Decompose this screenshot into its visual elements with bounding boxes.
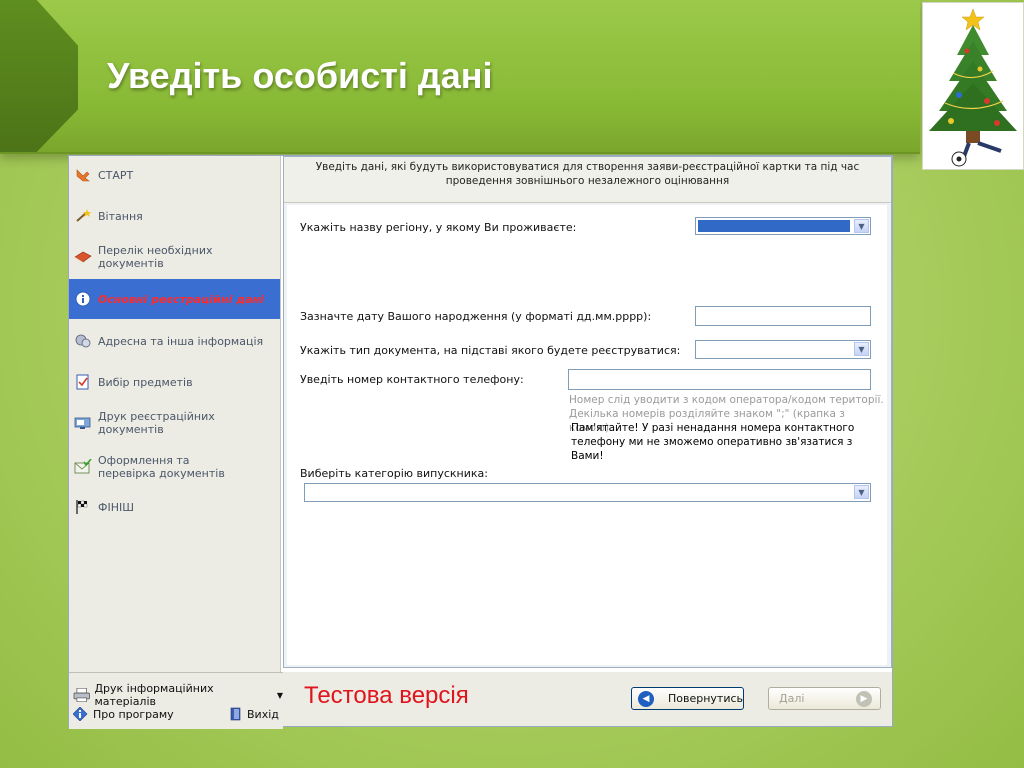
birthdate-input[interactable] <box>695 306 871 326</box>
sidebar-item-label: Перелік необхідних документів <box>98 244 213 270</box>
phone-label: Уведіть номер контактного телефону: <box>300 373 524 386</box>
info-icon <box>75 291 91 307</box>
back-button-label: Повернутись <box>667 692 743 705</box>
phone-warning-line-2: телефону ми не зможемо оперативно зв'яза… <box>571 436 853 462</box>
sidebar-item-label: Основні реєстраційні дані <box>98 292 264 306</box>
book-icon <box>74 251 92 264</box>
header-hexagon-decoration <box>0 0 78 152</box>
birthdate-label: Зазначте дату Вашого народження (у форма… <box>300 310 652 323</box>
sidebar-item-required-documents[interactable]: Перелік необхідних документів <box>69 238 280 276</box>
personal-data-form: Укажіть назву регіону, у якому Ви прожив… <box>287 205 887 665</box>
sidebar-item-label: Вітання <box>98 209 143 223</box>
sidebar-item-greeting[interactable]: Вітання <box>69 197 280 235</box>
next-button-label: Далі <box>779 692 805 705</box>
christmas-tree-icon <box>929 8 1017 167</box>
arrow-left-icon: ◀ <box>638 690 654 707</box>
next-button[interactable]: Далі ▶ <box>768 687 881 710</box>
region-select-highlight <box>698 220 850 232</box>
exit-button[interactable]: Вихід <box>229 707 279 721</box>
wizard-footer: Тестова версія ◀ Повернутись Далі ▶ <box>283 672 892 726</box>
door-exit-icon <box>230 707 241 721</box>
slide-title: Уведіть особисті дані <box>107 55 493 96</box>
envelope-check-icon <box>74 459 92 474</box>
document-type-select[interactable]: ▼ <box>695 340 871 359</box>
sidebar-bottom-panel: Друк інформаційних матеріалів ▼ Про прог… <box>69 672 283 729</box>
checklist-icon <box>76 374 89 390</box>
phone-hint-line-1: Номер слід уводити з кодом оператора/код… <box>569 394 884 406</box>
sidebar-item-label: Оформлення та перевірка документів <box>98 454 225 480</box>
hand-pointer-icon <box>76 169 90 182</box>
exit-label: Вихід <box>247 707 279 721</box>
chevron-down-icon: ▼ <box>854 485 869 499</box>
sidebar-item-start[interactable]: СТАРТ <box>69 156 280 194</box>
sidebar-item-subject-choice[interactable]: Вибір предметів <box>69 363 280 401</box>
arrow-right-icon: ▶ <box>856 690 872 707</box>
test-version-label: Тестова версія <box>304 682 469 709</box>
region-label: Укажіть назву регіону, у якому Ви прожив… <box>300 221 577 234</box>
sidebar-item-print-registration-documents[interactable]: Друк реєстраційних документів <box>69 404 280 442</box>
sidebar-item-label: СТАРТ <box>98 168 134 182</box>
monitor-icon <box>74 417 91 429</box>
main-content-panel: Уведіть дані, які будуть використовувати… <box>283 156 892 668</box>
sidebar-item-address-info[interactable]: Адресна та інша інформація <box>69 322 280 360</box>
phone-input[interactable] <box>568 369 871 390</box>
checkered-flag-icon <box>76 500 88 514</box>
magic-wand-icon <box>76 209 91 222</box>
printer-icon <box>73 688 90 702</box>
sidebar-item-basic-registration-data[interactable]: Основні реєстраційні дані <box>69 279 280 319</box>
graduate-category-label: Виберіть категорію випускника: <box>300 467 488 480</box>
region-select[interactable]: ▼ <box>695 217 871 235</box>
slide-header: Уведіть особисті дані <box>0 0 920 154</box>
address-icon <box>75 334 91 348</box>
sidebar-item-label: Друк реєстраційних документів <box>98 410 215 436</box>
about-diamond-icon <box>73 707 88 721</box>
wizard-steps-sidebar: СТАРТ Вітання Перелік необхідних докумен… <box>69 156 281 672</box>
sidebar-item-label: ФІНІШ <box>98 500 134 514</box>
back-button[interactable]: ◀ Повернутись <box>631 687 744 710</box>
print-info-materials-menu[interactable]: Друк інформаційних матеріалів ▼ <box>73 682 283 708</box>
print-info-materials-label: Друк інформаційних матеріалів <box>94 682 214 708</box>
panel-instruction-text: Уведіть дані, які будуть використовувати… <box>284 157 891 203</box>
graduate-category-select[interactable]: ▼ <box>304 483 871 502</box>
sidebar-item-finish[interactable]: ФІНІШ <box>69 488 280 526</box>
registration-app-window: СТАРТ Вітання Перелік необхідних докумен… <box>68 155 893 729</box>
sidebar-item-document-check[interactable]: Оформлення та перевірка документів <box>69 445 280 489</box>
chevron-down-icon: ▼ <box>854 342 869 356</box>
sidebar-item-label: Вибір предметів <box>98 375 193 389</box>
document-type-label: Укажіть тип документа, на підставі якого… <box>300 344 681 357</box>
chevron-down-icon: ▼ <box>854 219 869 233</box>
phone-warning-line-1: Пам'ятайте! У разі ненадання номера конт… <box>571 422 855 434</box>
about-program-label: Про програму <box>93 707 174 721</box>
sidebar-item-label: Адресна та інша інформація <box>98 334 264 348</box>
about-program-link[interactable]: Про програму <box>73 707 174 721</box>
christmas-tree-image <box>922 2 1024 170</box>
